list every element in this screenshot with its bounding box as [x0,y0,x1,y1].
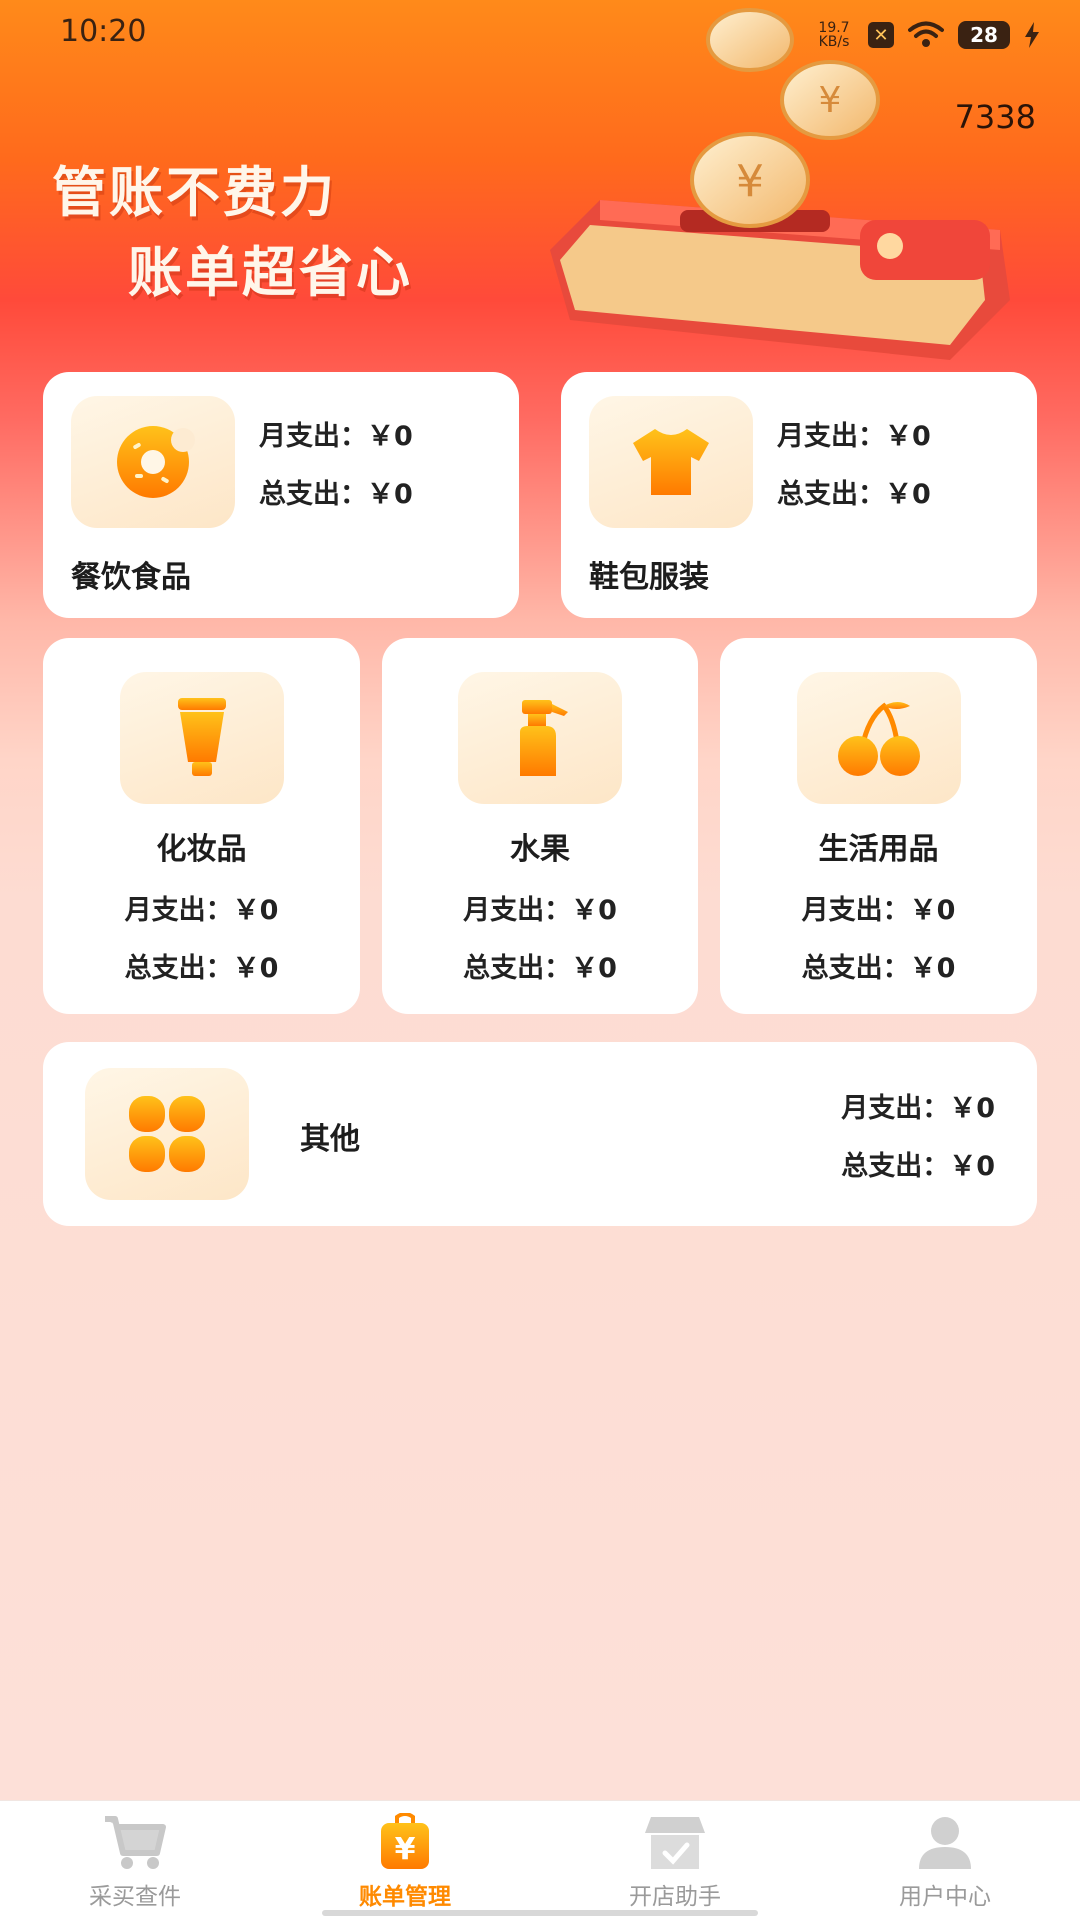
monthly-expense: 月支出：￥0 [463,895,617,926]
nav-item-bills[interactable]: ¥ 账单管理 [270,1801,540,1920]
nav-label: 用户中心 [899,1884,991,1910]
total-expense: 总支出：￥0 [463,953,617,984]
bill-bag-icon: ¥ [373,1813,437,1871]
tshirt-icon [633,429,709,495]
donut-icon [117,426,195,498]
wallet-icon: ¥ [550,132,1010,360]
svg-text:¥: ¥ [736,156,764,207]
cherry-icon [838,702,920,776]
tube-icon [178,698,226,776]
svg-text:¥: ¥ [819,80,842,121]
category-icon-tile [797,672,961,804]
nav-label: 账单管理 [359,1884,451,1910]
category-icon-tile [71,396,235,528]
total-expense: 总支出：￥0 [124,953,279,984]
hero-headline-line1: 管账不费力 [52,161,337,224]
nav-item-store[interactable]: 开店助手 [540,1801,810,1920]
monthly-expense: 月支出：￥0 [841,1093,995,1124]
store-icon [643,1813,707,1871]
total-expense: 总支出：￥0 [777,479,931,510]
total-expense: 总支出：￥0 [841,1151,995,1182]
category-icon-tile [458,672,622,804]
category-icon-tile [85,1068,249,1200]
total-expense: 总支出：￥0 [259,479,413,510]
category-card-food[interactable]: 月支出：￥0 总支出：￥0 餐饮食品 [43,372,519,618]
category-name: 鞋包服装 [589,560,709,595]
category-name: 生活用品 [818,832,939,867]
nav-label: 开店助手 [629,1884,721,1910]
cart-icon [103,1813,167,1871]
category-card-other[interactable]: 其他 月支出：￥0 总支出：￥0 [43,1042,1037,1226]
category-card-cosmetics[interactable]: 化妆品 月支出：￥0 总支出：￥0 [43,638,360,1014]
category-icon-tile [120,672,284,804]
category-name: 其他 [300,1122,360,1157]
bottom-nav: 采买查件 ¥ 账单管理 开店助手 用户中心 [0,1800,1080,1920]
grid-icon [129,1096,205,1172]
category-card-daily[interactable]: 生活用品 月支出：￥0 总支出：￥0 [720,638,1037,1014]
category-icon-tile [589,396,753,528]
total-expense: 总支出：￥0 [801,953,956,984]
home-indicator [322,1910,758,1916]
wallet-illustration: ¥ ¥ [550,8,1010,360]
coin-icon: ¥ [706,8,880,140]
category-name: 化妆品 [156,832,247,867]
status-time: 10:20 [60,14,147,49]
svg-text:¥: ¥ [395,1832,416,1867]
nav-item-user[interactable]: 用户中心 [810,1801,1080,1920]
hero-headline-line2: 账单超省心 [128,241,413,304]
category-card-fruit[interactable]: 水果 月支出：￥0 总支出：￥0 [382,638,698,1014]
category-name: 水果 [510,832,570,867]
monthly-expense: 月支出：￥0 [801,895,956,926]
monthly-expense: 月支出：￥0 [259,421,413,452]
category-card-clothing[interactable]: 月支出：￥0 总支出：￥0 鞋包服装 [561,372,1037,618]
monthly-expense: 月支出：￥0 [777,421,931,452]
user-icon [913,1813,977,1871]
category-name: 餐饮食品 [71,560,191,595]
monthly-expense: 月支出：￥0 [124,895,279,926]
spray-bottle-icon [520,700,568,776]
nav-item-purchase[interactable]: 采买查件 [0,1801,270,1920]
nav-label: 采买查件 [89,1884,181,1910]
